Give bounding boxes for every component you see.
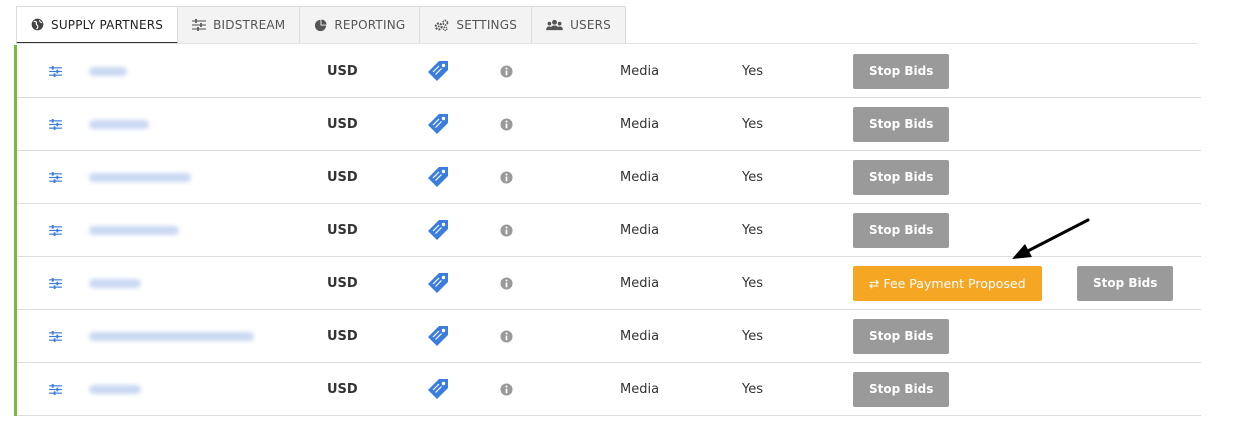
tag-icon[interactable] — [427, 204, 449, 256]
sliders-icon[interactable] — [49, 204, 62, 256]
info-icon[interactable] — [500, 98, 513, 150]
sliders-icon[interactable] — [49, 363, 62, 415]
users-icon — [546, 19, 563, 32]
table-row: USD Media Yes Stop Bids — [17, 151, 1201, 204]
table-row: USD Media Yes Stop Bids — [17, 310, 1201, 363]
gears-icon — [434, 19, 449, 32]
currency-cell: USD — [327, 116, 358, 132]
tab-label: USERS — [570, 18, 611, 32]
currency-cell: USD — [327, 328, 358, 344]
info-icon[interactable] — [500, 45, 513, 97]
info-icon[interactable] — [500, 151, 513, 203]
enabled-cell: Yes — [742, 222, 763, 238]
stop-bids-button[interactable]: Stop Bids — [853, 106, 950, 142]
type-cell: Media — [620, 381, 660, 397]
currency-cell: USD — [327, 275, 358, 291]
tag-icon[interactable] — [427, 151, 449, 203]
partner-name-link[interactable] — [89, 363, 141, 415]
tab-label: SUPPLY PARTNERS — [51, 17, 164, 32]
enabled-cell: Yes — [742, 116, 763, 132]
type-cell: Media — [620, 169, 660, 185]
currency-cell: USD — [327, 169, 358, 185]
sliders-icon — [192, 19, 207, 31]
tag-icon[interactable] — [427, 363, 449, 415]
enabled-cell: Yes — [742, 275, 763, 291]
tag-icon[interactable] — [427, 310, 449, 362]
info-icon[interactable] — [500, 363, 513, 415]
sliders-icon[interactable] — [49, 310, 62, 362]
stop-bids-button[interactable]: Stop Bids — [853, 212, 950, 248]
enabled-cell: Yes — [742, 169, 763, 185]
tag-icon[interactable] — [427, 257, 449, 309]
table-row: USD Media Yes Stop Bids — [17, 98, 1201, 151]
tab-users[interactable]: USERS — [532, 6, 626, 44]
tab-bidstream[interactable]: BIDSTREAM — [178, 6, 301, 44]
tab-reporting[interactable]: REPORTING — [300, 6, 421, 44]
partner-name-link[interactable] — [89, 45, 127, 97]
sliders-icon[interactable] — [49, 151, 62, 203]
stop-bids-button[interactable]: Stop Bids — [853, 318, 950, 354]
partner-name-link[interactable] — [89, 151, 191, 203]
sliders-icon[interactable] — [49, 98, 62, 150]
enabled-cell: Yes — [742, 381, 763, 397]
enabled-cell: Yes — [742, 63, 763, 79]
partner-name-link[interactable] — [89, 204, 179, 256]
tag-icon[interactable] — [427, 45, 449, 97]
stop-bids-button[interactable]: Stop Bids — [1077, 265, 1174, 301]
type-cell: Media — [620, 63, 660, 79]
annotation-arrow — [1012, 218, 1090, 259]
sliders-icon[interactable] — [49, 257, 62, 309]
tag-icon[interactable] — [427, 98, 449, 150]
tab-settings[interactable]: SETTINGS — [420, 6, 533, 44]
partner-name-link[interactable] — [89, 257, 141, 309]
partner-name-link[interactable] — [89, 98, 149, 150]
info-icon[interactable] — [500, 257, 513, 309]
table-row: USD Media Yes Stop Bids — [17, 363, 1201, 416]
stop-bids-button[interactable]: Stop Bids — [853, 53, 950, 89]
type-cell: Media — [620, 328, 660, 344]
currency-cell: USD — [327, 63, 358, 79]
type-cell: Media — [620, 275, 660, 291]
info-icon[interactable] — [500, 204, 513, 256]
enabled-cell: Yes — [742, 328, 763, 344]
tabs-divider — [16, 43, 1198, 44]
fee-payment-proposed-button[interactable]: ⇄ Fee Payment Proposed — [853, 265, 1042, 301]
currency-cell: USD — [327, 222, 358, 238]
type-cell: Media — [620, 222, 660, 238]
tab-label: SETTINGS — [456, 18, 518, 32]
tab-supply-partners[interactable]: SUPPLY PARTNERS — [16, 6, 179, 44]
sliders-icon[interactable] — [49, 45, 62, 97]
info-icon[interactable] — [500, 310, 513, 362]
currency-cell: USD — [327, 381, 358, 397]
tab-label: BIDSTREAM — [213, 18, 286, 32]
globe-icon — [31, 18, 44, 31]
partner-name-link[interactable] — [89, 310, 254, 362]
main-tabs: SUPPLY PARTNERS BIDSTREAM REPORTING SETT… — [16, 6, 626, 44]
stop-bids-button[interactable]: Stop Bids — [853, 159, 950, 195]
table-row: USD Media Yes Stop Bids — [17, 45, 1201, 98]
type-cell: Media — [620, 116, 660, 132]
pie-chart-icon — [314, 18, 327, 32]
tab-label: REPORTING — [334, 18, 406, 32]
stop-bids-button[interactable]: Stop Bids — [853, 371, 950, 407]
